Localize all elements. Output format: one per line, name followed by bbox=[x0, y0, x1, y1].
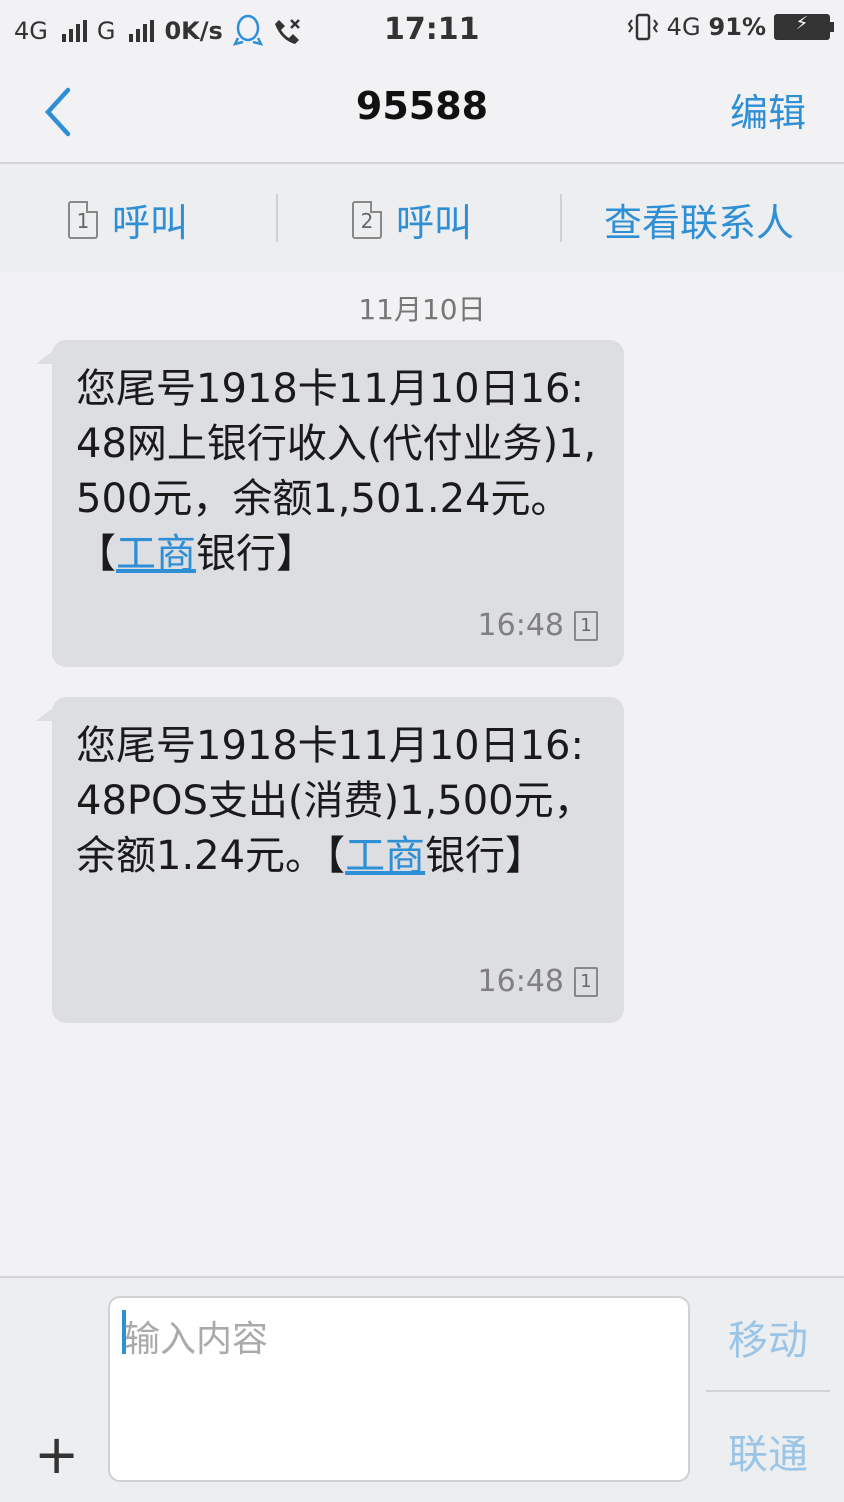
message-bubble[interactable]: 您尾号1918卡11月10日16:48网上银行收入(代付业务)1,500元，余额… bbox=[36, 340, 624, 667]
status-bar: 4G G 0K/s 17:11 4G 91% ⚡ bbox=[0, 0, 844, 62]
add-attachment-button[interactable]: + bbox=[34, 1428, 79, 1482]
nav-bar: 95588 编辑 bbox=[0, 62, 844, 164]
sim-card-icon: 1 bbox=[68, 200, 98, 239]
vibrate-icon bbox=[627, 13, 658, 41]
sim-card-icon: 1 bbox=[574, 610, 598, 641]
view-contact-button[interactable]: 查看联系人 bbox=[604, 192, 794, 247]
call-sim1-button[interactable]: 1 呼叫 bbox=[68, 192, 188, 247]
call-sim2-button[interactable]: 2 呼叫 bbox=[352, 192, 472, 247]
conversation-title: 95588 bbox=[355, 84, 489, 128]
divider bbox=[706, 1390, 830, 1392]
bank-link[interactable]: 工商 bbox=[116, 531, 196, 577]
message-input[interactable]: 输入内容 bbox=[108, 1296, 690, 1482]
status-right: 4G 91% ⚡ bbox=[627, 12, 834, 42]
network-4g-label-2: 4G bbox=[666, 13, 701, 41]
divider bbox=[560, 194, 562, 242]
message-time: 16:48 bbox=[477, 964, 564, 999]
sim-card-icon: 1 bbox=[574, 966, 598, 997]
bank-link[interactable]: 工商 bbox=[345, 833, 425, 879]
battery-icon: ⚡ bbox=[774, 13, 834, 40]
action-bar: 1 呼叫 2 呼叫 查看联系人 bbox=[0, 164, 844, 272]
sim-card-icon: 2 bbox=[352, 200, 382, 239]
network-g-label: G bbox=[96, 17, 116, 45]
message-meta: 16:48 1 bbox=[478, 608, 598, 643]
composer: + 输入内容 移动 联通 bbox=[0, 1276, 844, 1502]
status-left: 4G G 0K/s bbox=[14, 14, 303, 48]
view-contact-label: 查看联系人 bbox=[604, 201, 795, 245]
missed-call-icon bbox=[274, 19, 300, 44]
message-text: 您尾号1918卡11月10日16:48POS支出(消费)1,500元，余额1.2… bbox=[76, 723, 594, 879]
message-meta: 16:48 1 bbox=[478, 964, 598, 999]
qq-icon bbox=[232, 14, 263, 46]
call-sim1-label: 呼叫 bbox=[112, 201, 189, 245]
signal-icon-2 bbox=[129, 20, 155, 42]
call-sim2-label: 呼叫 bbox=[396, 201, 473, 245]
network-speed: 0K/s bbox=[164, 17, 223, 45]
message-time: 16:48 bbox=[477, 608, 564, 643]
message-text: 您尾号1918卡11月10日16:48网上银行收入(代付业务)1,500元，余额… bbox=[76, 366, 597, 577]
signal-icon bbox=[61, 20, 87, 42]
edit-button[interactable]: 编辑 bbox=[730, 82, 806, 137]
divider bbox=[276, 194, 278, 242]
message-input-placeholder: 输入内容 bbox=[124, 1319, 269, 1360]
network-4g-label: 4G bbox=[14, 17, 48, 45]
date-separator: 11月10日 bbox=[358, 293, 486, 326]
send-unicom-button[interactable]: 联通 bbox=[728, 1422, 808, 1480]
battery-percent: 91% bbox=[708, 13, 766, 41]
status-time: 17:11 bbox=[384, 12, 480, 47]
send-mobile-button[interactable]: 移动 bbox=[728, 1308, 808, 1366]
message-bubble[interactable]: 您尾号1918卡11月10日16:48POS支出(消费)1,500元，余额1.2… bbox=[36, 697, 624, 1023]
